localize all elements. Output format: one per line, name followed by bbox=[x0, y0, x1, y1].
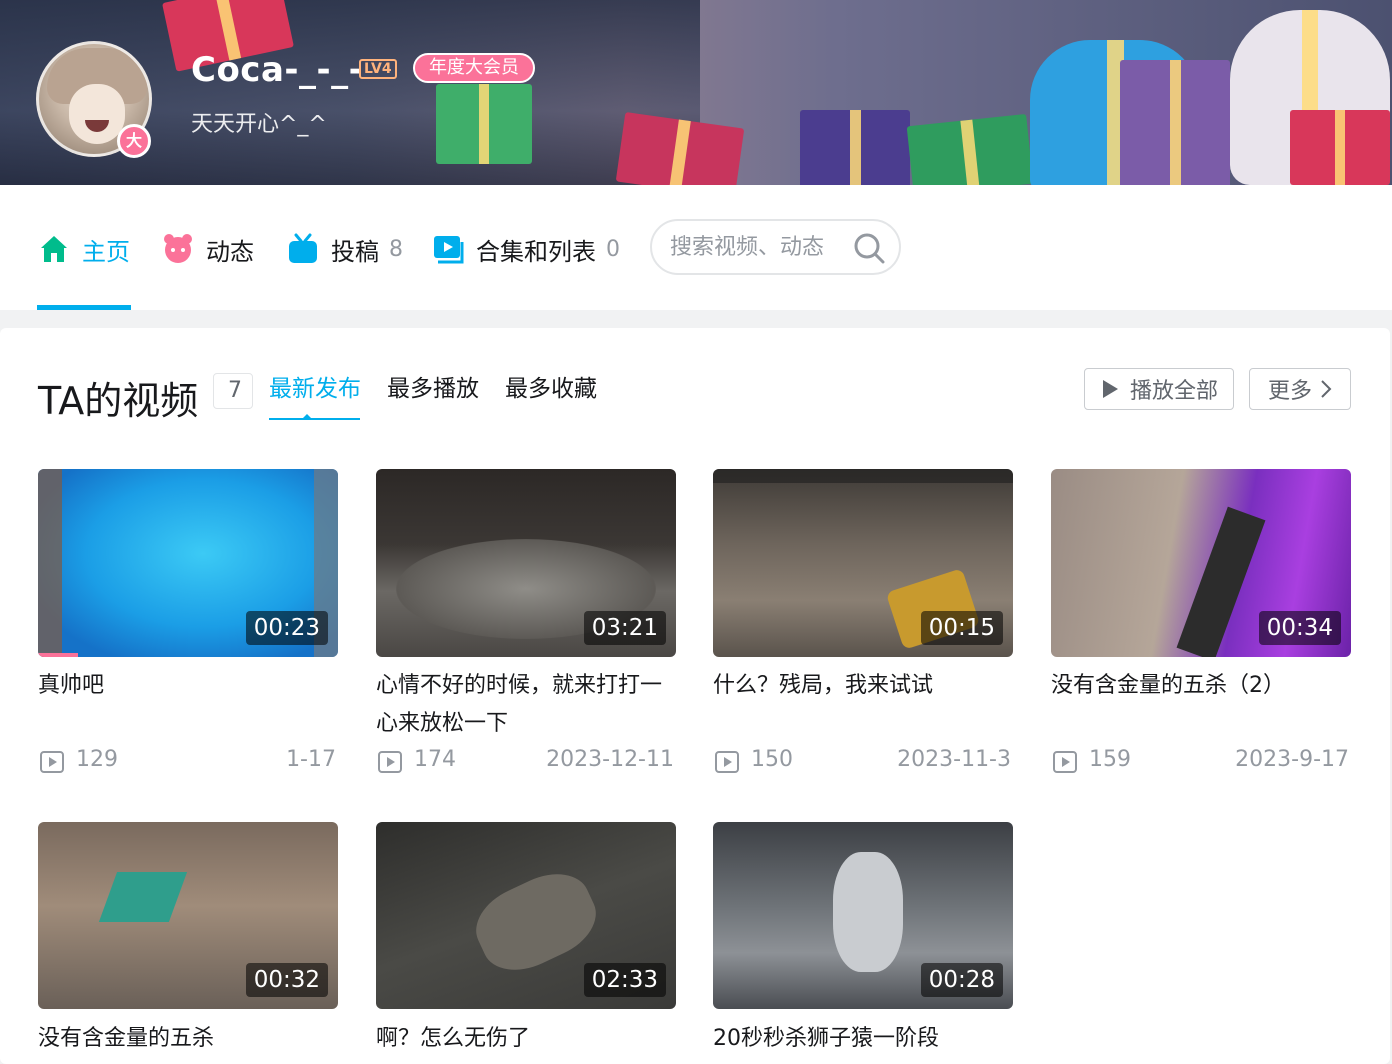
play-count: 150 bbox=[751, 747, 793, 772]
video-card[interactable]: 02:33 啊？怎么无伤了 bbox=[376, 822, 676, 1051]
banner-gift-decoration bbox=[615, 111, 745, 185]
video-thumbnail[interactable]: 00:34 bbox=[1051, 469, 1351, 657]
video-meta: 174 2023-12-11 bbox=[376, 747, 676, 777]
signature: 天天开心^_^ bbox=[191, 112, 327, 137]
tab-collections-label: 合集和列表 bbox=[476, 237, 596, 266]
video-card[interactable]: 00:28 20秒秒杀狮子猿一阶段 bbox=[713, 822, 1013, 1051]
banner-gift-decoration bbox=[800, 110, 910, 185]
vip-badge-icon: 大 bbox=[117, 124, 151, 158]
play-count-icon bbox=[1053, 751, 1077, 773]
video-title[interactable]: 真帅吧 bbox=[38, 667, 338, 705]
video-title[interactable]: 20秒秒杀狮子猿一阶段 bbox=[713, 1020, 1013, 1058]
video-title[interactable]: 心情不好的时候，就来打打一心来放松一下 bbox=[376, 667, 676, 743]
sort-tab-most-favorited[interactable]: 最多收藏 bbox=[505, 372, 597, 412]
video-thumbnail[interactable]: 00:32 bbox=[38, 822, 338, 1009]
video-title[interactable]: 没有含金量的五杀 bbox=[38, 1020, 338, 1058]
video-card[interactable]: 00:15 什么？残局，我来试试 150 2023-11-3 bbox=[713, 469, 1013, 773]
banner-gift-decoration bbox=[906, 113, 1034, 185]
section-count: 7 bbox=[213, 373, 253, 409]
profile-nav: 主页 动态 投稿 8 合集和列表 0 bbox=[0, 185, 1392, 310]
play-count: 159 bbox=[1089, 747, 1131, 772]
publish-date: 1-17 bbox=[286, 747, 336, 772]
video-duration: 00:34 bbox=[1258, 611, 1341, 645]
play-all-label: 播放全部 bbox=[1129, 379, 1218, 404]
search-input[interactable] bbox=[670, 231, 850, 263]
publish-date: 2023-9-17 bbox=[1235, 747, 1349, 772]
active-tab-indicator bbox=[37, 305, 131, 310]
play-count: 174 bbox=[414, 747, 456, 772]
video-duration: 03:21 bbox=[583, 611, 666, 645]
sort-tab-caret bbox=[302, 414, 312, 419]
video-duration: 00:28 bbox=[920, 963, 1003, 997]
tab-uploads[interactable]: 投稿 8 bbox=[287, 229, 403, 269]
play-all-button[interactable]: 播放全部 bbox=[1084, 368, 1234, 410]
username[interactable]: Coca-_-_- bbox=[191, 50, 363, 90]
video-duration: 00:15 bbox=[920, 611, 1003, 645]
more-button[interactable]: 更多 bbox=[1249, 368, 1351, 410]
publish-date: 2023-12-11 bbox=[546, 747, 674, 772]
home-icon bbox=[41, 236, 67, 262]
more-label: 更多 bbox=[1267, 379, 1312, 404]
tab-dynamic[interactable]: 动态 bbox=[162, 229, 254, 269]
play-icon bbox=[1102, 380, 1118, 398]
sort-tab-underline bbox=[269, 418, 360, 420]
video-title[interactable]: 啊？怎么无伤了 bbox=[376, 1020, 676, 1058]
profile-banner: 大 Coca-_-_- LV4 年度大会员 天天开心^_^ bbox=[0, 0, 1392, 185]
dynamic-icon bbox=[164, 234, 192, 263]
sort-tab-latest[interactable]: 最新发布 bbox=[269, 372, 361, 412]
tv-icon bbox=[289, 233, 317, 263]
video-duration: 02:33 bbox=[583, 963, 666, 997]
banner-gift-decoration bbox=[1120, 60, 1230, 185]
video-duration: 00:23 bbox=[245, 611, 328, 645]
tab-home-label: 主页 bbox=[82, 237, 130, 266]
play-count: 129 bbox=[76, 747, 118, 772]
search-icon[interactable] bbox=[853, 232, 885, 264]
banner-gift-decoration bbox=[1290, 110, 1390, 185]
collection-icon bbox=[434, 236, 464, 264]
video-meta: 159 2023-9-17 bbox=[1051, 747, 1351, 777]
video-thumbnail[interactable]: 00:28 bbox=[713, 822, 1013, 1009]
video-thumbnail[interactable]: 02:33 bbox=[376, 822, 676, 1009]
section-title: TA的视频 bbox=[38, 379, 199, 423]
publish-date: 2023-11-3 bbox=[897, 747, 1011, 772]
tab-uploads-label: 投稿 bbox=[331, 237, 379, 266]
search-box[interactable] bbox=[650, 219, 901, 275]
avatar-face bbox=[69, 84, 125, 144]
tab-uploads-count: 8 bbox=[389, 236, 403, 262]
video-title[interactable]: 没有含金量的五杀（2） bbox=[1051, 667, 1351, 705]
play-count-icon bbox=[715, 751, 739, 773]
banner-gift-decoration bbox=[436, 84, 532, 164]
play-count-icon bbox=[40, 751, 64, 773]
level-badge: LV4 bbox=[359, 59, 397, 79]
video-thumbnail[interactable]: 03:21 bbox=[376, 469, 676, 657]
video-card[interactable]: 00:23 真帅吧 129 1-17 bbox=[38, 469, 338, 773]
video-duration: 00:32 bbox=[245, 963, 328, 997]
vip-label[interactable]: 年度大会员 bbox=[413, 53, 535, 83]
video-card[interactable]: 03:21 心情不好的时候，就来打打一心来放松一下 174 2023-12-11 bbox=[376, 469, 676, 773]
tab-collections-count: 0 bbox=[606, 236, 620, 262]
video-title[interactable]: 什么？残局，我来试试 bbox=[713, 667, 1013, 705]
chevron-right-icon bbox=[1321, 380, 1332, 398]
tab-dynamic-label: 动态 bbox=[206, 237, 254, 266]
video-meta: 150 2023-11-3 bbox=[713, 747, 1013, 777]
videos-card: TA的视频 7 最新发布 最多播放 最多收藏 播放全部 更多 00:23 真帅吧… bbox=[0, 328, 1390, 1064]
video-card[interactable]: 00:32 没有含金量的五杀 bbox=[38, 822, 338, 1051]
play-count-icon bbox=[378, 751, 402, 773]
sort-tab-most-played[interactable]: 最多播放 bbox=[387, 372, 479, 412]
video-thumbnail[interactable]: 00:15 bbox=[713, 469, 1013, 657]
video-meta: 129 1-17 bbox=[38, 747, 338, 777]
tab-collections[interactable]: 合集和列表 0 bbox=[432, 229, 620, 269]
video-thumbnail[interactable]: 00:23 bbox=[38, 469, 338, 657]
video-card[interactable]: 00:34 没有含金量的五杀（2） 159 2023-9-17 bbox=[1051, 469, 1351, 773]
tab-home[interactable]: 主页 bbox=[38, 229, 130, 269]
